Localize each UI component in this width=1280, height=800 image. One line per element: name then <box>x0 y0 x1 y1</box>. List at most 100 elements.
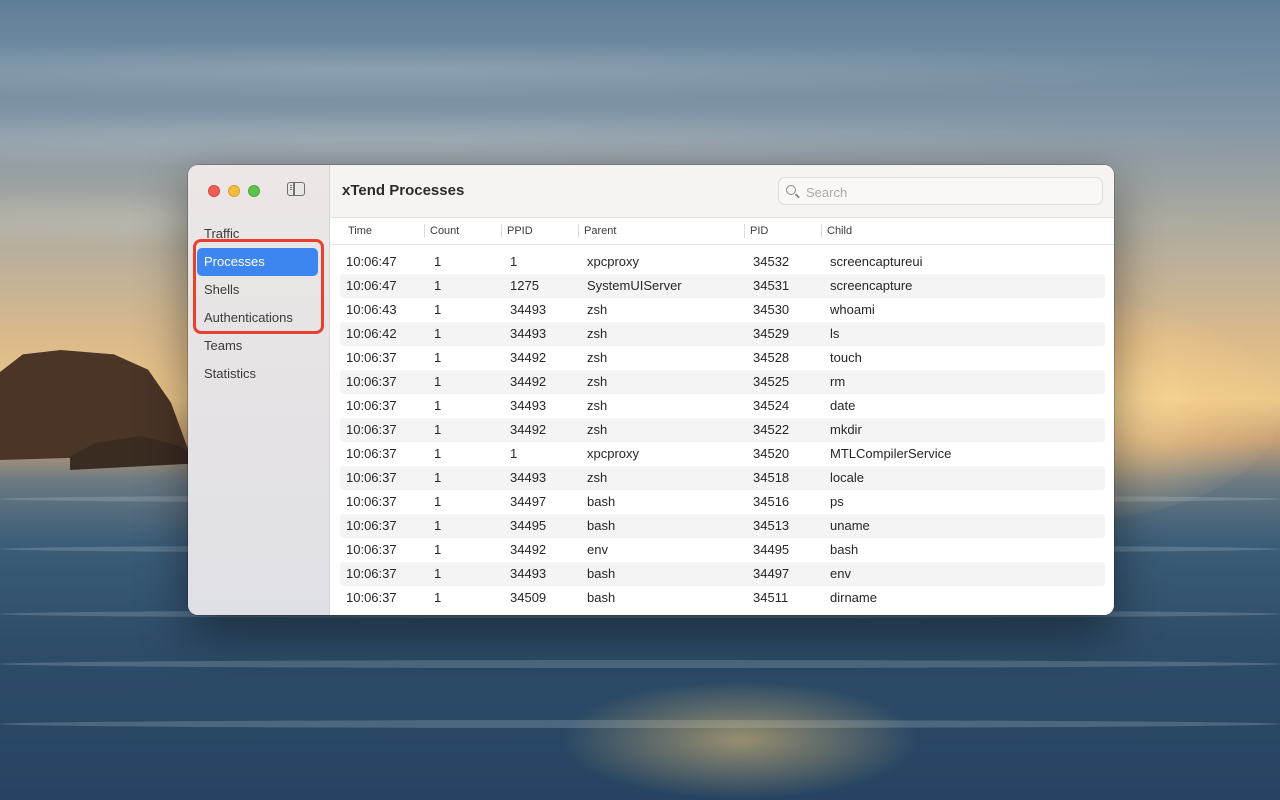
table-row[interactable]: 10:06:37 1 34492 zsh 34522 mkdir <box>340 418 1105 442</box>
cell-ppid: 1 <box>510 254 518 269</box>
cell-time: 10:06:37 <box>346 518 397 533</box>
cell-ppid: 34497 <box>510 494 547 509</box>
cell-child: uname <box>830 518 870 533</box>
column-header-ppid[interactable]: PPID <box>501 218 578 244</box>
column-header-time[interactable]: Time <box>342 218 424 244</box>
cell-time: 10:06:47 <box>346 278 397 293</box>
cell-count: 1 <box>434 254 442 269</box>
cell-count: 1 <box>434 422 442 437</box>
search-field[interactable] <box>778 177 1103 205</box>
sidebar-item-teams[interactable]: Teams <box>197 332 318 360</box>
table-row[interactable]: 10:06:37 1 34493 bash 34497 env <box>340 562 1105 586</box>
cell-ppid: 34493 <box>510 566 547 581</box>
cell-ppid: 34509 <box>510 590 547 605</box>
zoom-button[interactable] <box>248 185 260 197</box>
cloud <box>0 110 1280 170</box>
cell-time: 10:06:47 <box>346 254 397 269</box>
cell-count: 1 <box>434 398 442 413</box>
table-row[interactable]: 10:06:37 1 34493 zsh 34524 date <box>340 394 1105 418</box>
cell-parent: xpcproxy <box>587 446 640 461</box>
cell-child: screencaptureui <box>830 254 923 269</box>
cell-child: whoami <box>830 302 875 317</box>
sidebar-item-statistics[interactable]: Statistics <box>197 360 318 388</box>
cell-pid: 34518 <box>753 470 790 485</box>
table-row[interactable]: 10:06:37 1 1 xpcproxy 34520 MTLCompilerServic… <box>340 442 1105 466</box>
cell-pid: 34516 <box>753 494 790 509</box>
cell-parent: env <box>587 542 608 557</box>
table-row[interactable]: 10:06:42 1 34493 zsh 34529 ls <box>340 322 1105 346</box>
cell-pid: 34524 <box>753 398 790 413</box>
sidebar-nav: Traffic Processes Shells Authentications… <box>197 220 318 388</box>
search-input[interactable] <box>804 182 1088 202</box>
cell-count: 1 <box>434 590 442 605</box>
cell-parent: zsh <box>587 374 608 389</box>
sidebar-toggle-icon[interactable] <box>287 182 305 196</box>
sidebar-item-traffic[interactable]: Traffic <box>197 220 318 248</box>
cell-parent: zsh <box>587 422 608 437</box>
cell-ppid: 1275 <box>510 278 539 293</box>
cell-child: env <box>830 566 851 581</box>
cell-time: 10:06:37 <box>346 590 397 605</box>
cell-pid: 34511 <box>753 590 789 605</box>
cell-child: rm <box>830 374 846 389</box>
cell-ppid: 34492 <box>510 374 547 389</box>
table-row[interactable]: 10:06:37 1 34492 zsh 34525 rm <box>340 370 1105 394</box>
cell-pid: 34532 <box>753 254 790 269</box>
cell-pid: 34529 <box>753 326 790 341</box>
table-row[interactable]: 10:06:37 1 34509 bash 34511 dirname <box>340 586 1105 610</box>
sidebar-item-authentications[interactable]: Authentications <box>197 304 318 332</box>
app-window: Traffic Processes Shells Authentications… <box>188 165 1114 615</box>
sidebar-item-shells[interactable]: Shells <box>197 276 318 304</box>
cell-parent: SystemUIServer <box>587 278 682 293</box>
cell-child: ls <box>830 326 840 341</box>
cell-parent: zsh <box>587 326 608 341</box>
cell-count: 1 <box>434 326 442 341</box>
cell-ppid: 34492 <box>510 542 547 557</box>
cell-time: 10:06:37 <box>346 566 397 581</box>
close-button[interactable] <box>208 185 220 197</box>
cell-count: 1 <box>434 566 442 581</box>
cell-count: 1 <box>434 494 442 509</box>
toolbar: xTend Processes <box>330 165 1114 218</box>
cell-pid: 34528 <box>753 350 790 365</box>
wave <box>0 660 1280 668</box>
table-row[interactable]: 10:06:47 1 1 xpcproxy 34532 screencaptureui <box>340 250 1105 274</box>
cell-pid: 34495 <box>753 542 790 557</box>
cell-time: 10:06:37 <box>346 446 397 461</box>
cell-parent: xpcproxy <box>587 254 640 269</box>
sidebar-item-processes[interactable]: Processes <box>197 248 318 276</box>
cell-parent: bash <box>587 518 616 533</box>
column-header-pid[interactable]: PID <box>744 218 821 244</box>
column-header-count[interactable]: Count <box>424 218 501 244</box>
cell-time: 10:06:37 <box>346 398 397 413</box>
column-header-child[interactable]: Child <box>821 218 1101 244</box>
table-header: Time Count PPID Parent PID Child <box>330 218 1114 245</box>
minimize-button[interactable] <box>228 185 240 197</box>
table-row[interactable]: 10:06:37 1 34495 bash 34513 uname <box>340 514 1105 538</box>
table-row[interactable]: 10:06:37 1 34493 zsh 34518 locale <box>340 466 1105 490</box>
table-row[interactable]: 10:06:43 1 34493 zsh 34530 whoami <box>340 298 1105 322</box>
window-title: xTend Processes <box>342 182 465 199</box>
main-content: xTend Processes Time Count PPID Parent P… <box>330 165 1114 615</box>
cell-count: 1 <box>434 374 442 389</box>
cell-pid: 34520 <box>753 446 790 461</box>
table-row[interactable]: 10:06:37 1 34497 bash 34516 ps <box>340 490 1105 514</box>
cell-time: 10:06:42 <box>346 326 397 341</box>
cell-child: ps <box>830 494 844 509</box>
table-row[interactable]: 10:06:47 1 1275 SystemUIServer 34531 screenca… <box>340 274 1105 298</box>
cell-time: 10:06:37 <box>346 470 397 485</box>
cell-time: 10:06:43 <box>346 302 397 317</box>
cell-pid: 34513 <box>753 518 790 533</box>
cell-pid: 34497 <box>753 566 790 581</box>
table-row[interactable]: 10:06:37 1 34492 zsh 34528 touch <box>340 346 1105 370</box>
cell-parent: bash <box>587 494 616 509</box>
cell-parent: bash <box>587 590 616 605</box>
cell-pid: 34531 <box>753 278 790 293</box>
cell-count: 1 <box>434 470 442 485</box>
cell-count: 1 <box>434 542 442 557</box>
sea-sun-reflection <box>560 680 920 800</box>
column-header-parent[interactable]: Parent <box>578 218 744 244</box>
table-row[interactable]: 10:06:37 1 34492 env 34495 bash <box>340 538 1105 562</box>
cell-count: 1 <box>434 350 442 365</box>
cell-parent: zsh <box>587 398 608 413</box>
